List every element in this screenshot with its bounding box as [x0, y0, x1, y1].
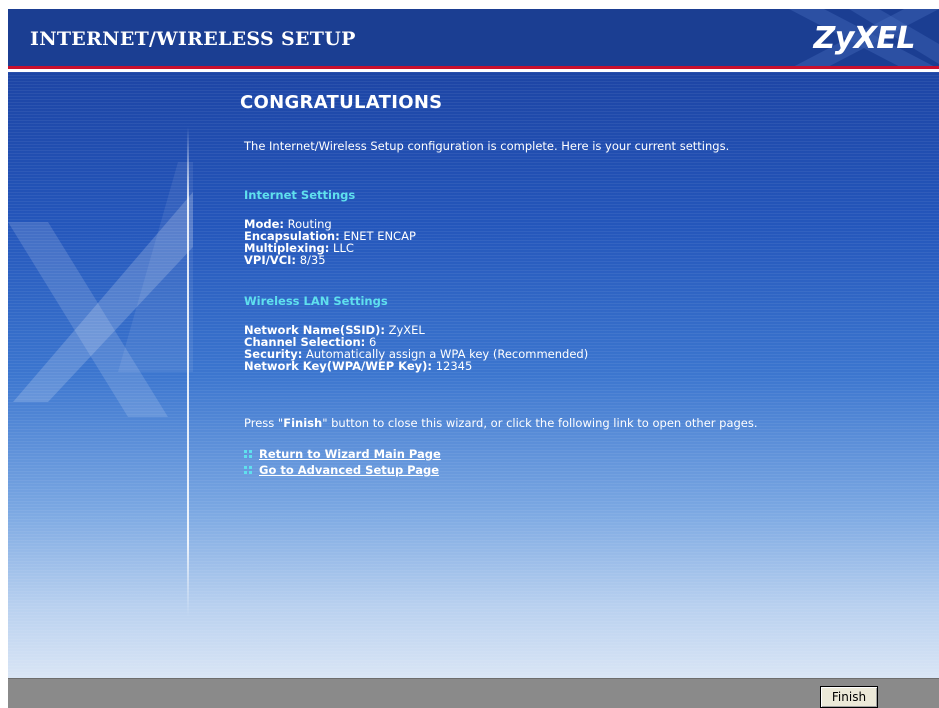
- setting-value: ENET ENCAP: [343, 229, 416, 243]
- link-row-wizard-main: Return to Wizard Main Page: [244, 447, 441, 461]
- finish-button[interactable]: Finish: [820, 686, 878, 708]
- return-to-wizard-main-link[interactable]: Return to Wizard Main Page: [259, 447, 441, 461]
- zyxel-logo: ZyXEL: [813, 21, 915, 56]
- bullet-icon: [244, 465, 253, 475]
- background-x-graphic: [8, 162, 193, 417]
- instruction-before: Press ": [244, 416, 284, 430]
- setting-value: 8/35: [299, 253, 326, 267]
- setting-vpi-vci: VPI/VCI: 8/35: [244, 254, 326, 266]
- setting-label: Network Key(WPA/WEP Key):: [244, 359, 433, 373]
- page-title: CONGRATULATIONS: [240, 92, 443, 113]
- header-title: INTERNET/WIRELESS SETUP: [30, 28, 356, 50]
- wizard-window: INTERNET/WIRELESS SETUP ZyXEL CONGRATULA…: [8, 9, 939, 708]
- setting-label: VPI/VCI:: [244, 253, 297, 267]
- content-panel: CONGRATULATIONS The Internet/Wireless Se…: [8, 72, 939, 678]
- footer-bar: Finish: [8, 678, 939, 708]
- go-to-advanced-setup-link[interactable]: Go to Advanced Setup Page: [259, 463, 439, 477]
- wireless-settings-heading: Wireless LAN Settings: [244, 294, 388, 308]
- intro-text: The Internet/Wireless Setup configuratio…: [244, 139, 730, 153]
- link-row-advanced-setup: Go to Advanced Setup Page: [244, 463, 439, 477]
- internet-settings-heading: Internet Settings: [244, 188, 356, 202]
- instruction-text: Press "Finish" button to close this wiza…: [244, 416, 758, 430]
- instruction-finish-word: Finish: [283, 416, 323, 430]
- setting-network-key: Network Key(WPA/WEP Key): 12345: [244, 360, 472, 372]
- header-divider: [8, 66, 939, 69]
- setting-value: LLC: [333, 241, 354, 255]
- setting-value: ZyXEL: [388, 323, 425, 337]
- header-bar: INTERNET/WIRELESS SETUP ZyXEL: [8, 9, 939, 69]
- bullet-icon: [244, 449, 253, 459]
- vertical-divider: [187, 127, 189, 617]
- instruction-after: " button to close this wizard, or click …: [322, 416, 758, 430]
- setting-value: 12345: [435, 359, 473, 373]
